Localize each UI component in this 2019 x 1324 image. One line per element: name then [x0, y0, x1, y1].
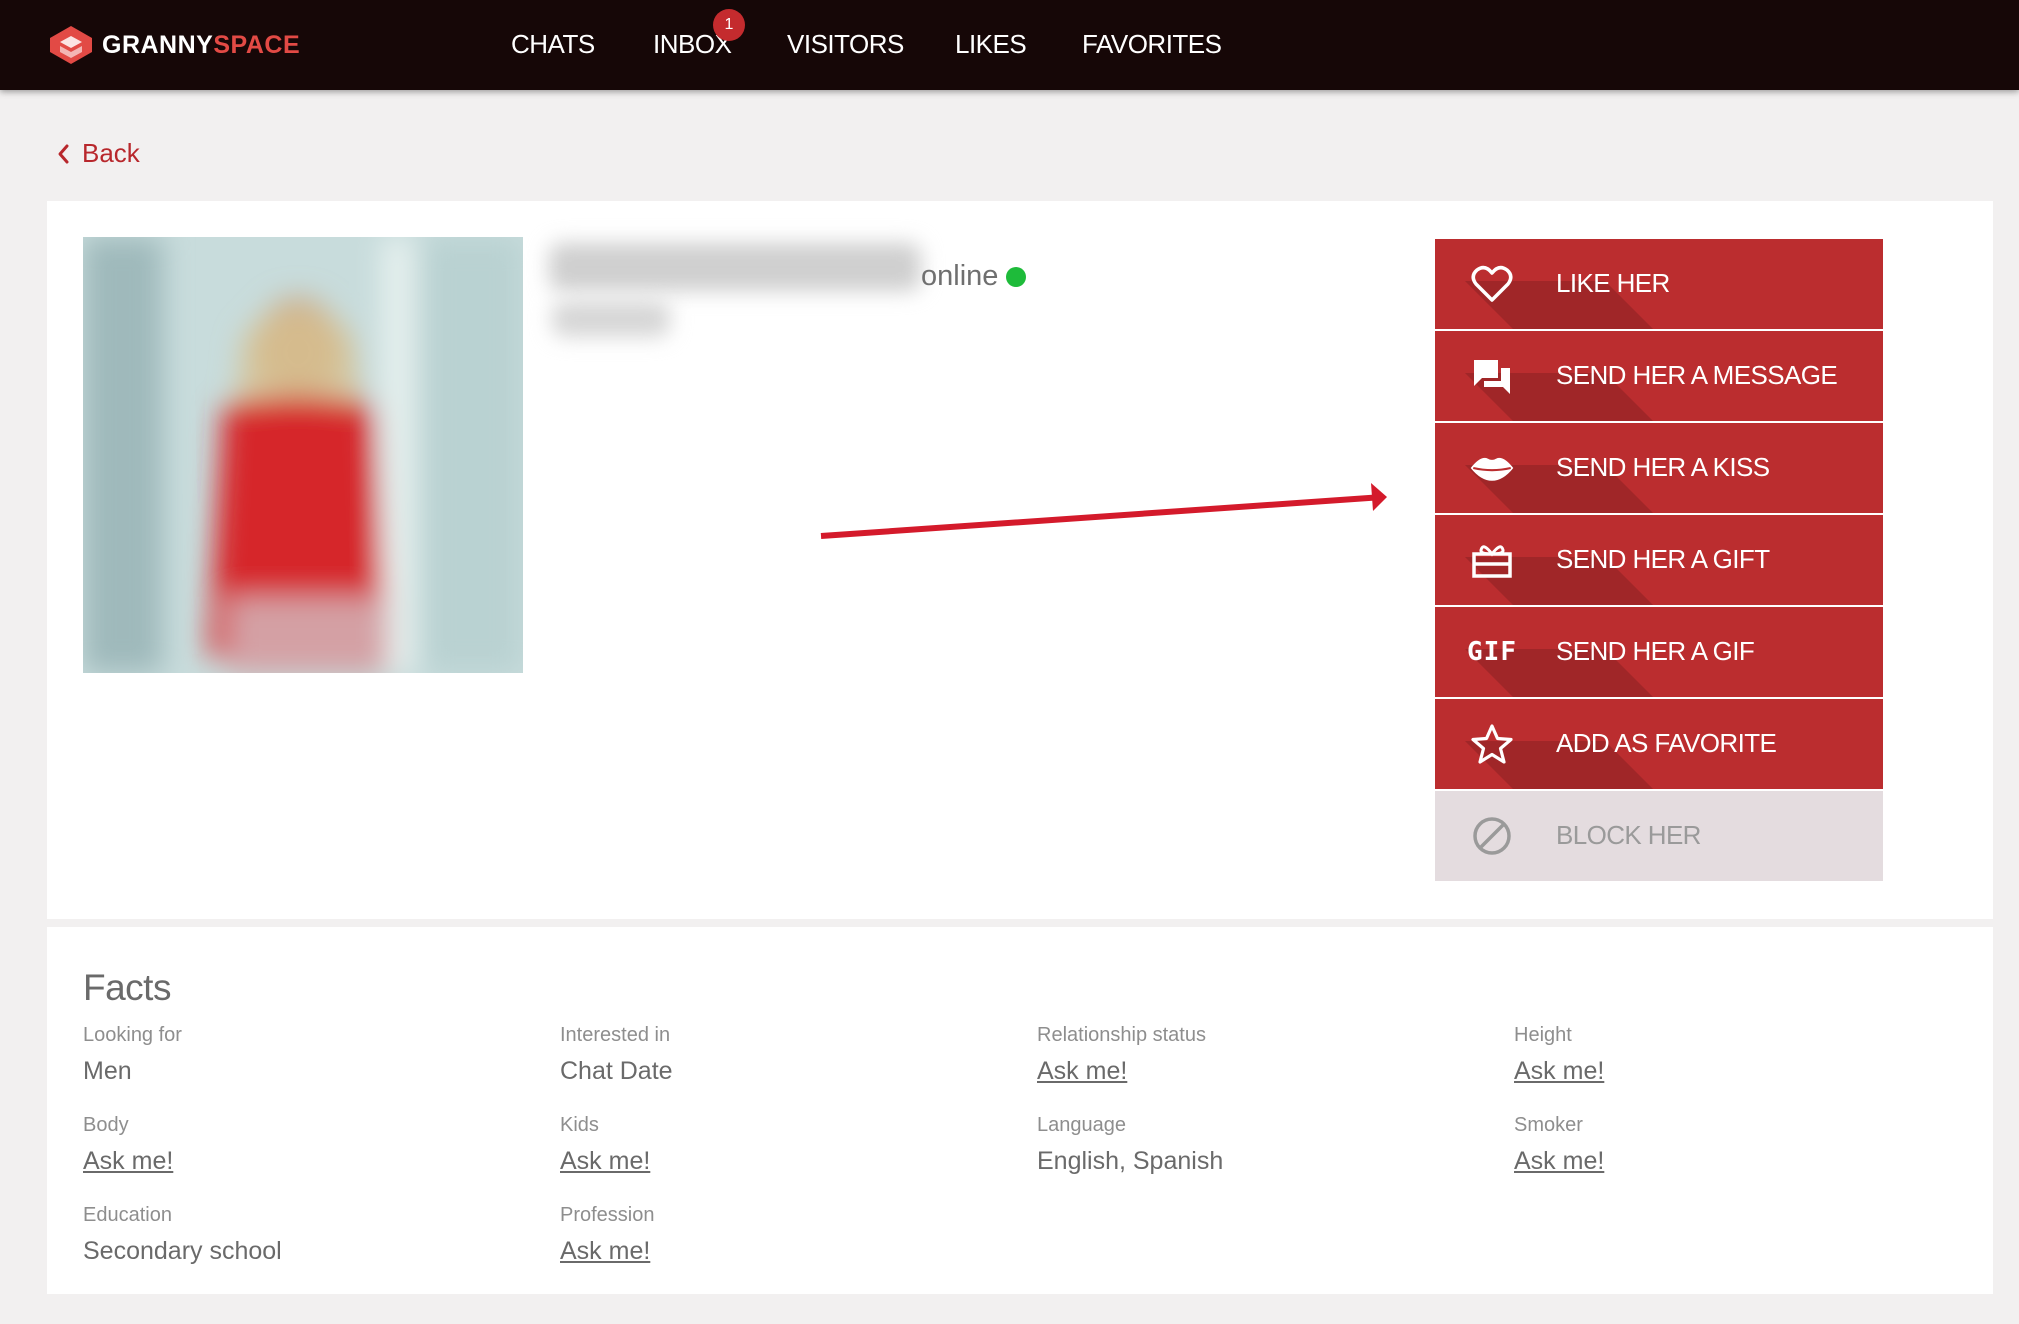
nav-likes[interactable]: LIKES: [955, 29, 1027, 60]
ask-me-link[interactable]: Ask me!: [560, 1237, 655, 1266]
fact-height: Height Ask me!: [1514, 1024, 1604, 1086]
fact-label: Profession: [560, 1204, 655, 1226]
fact-profession: Profession Ask me!: [560, 1204, 655, 1266]
fact-label: Education: [83, 1204, 172, 1226]
send-gift-label: SEND HER A GIFT: [1556, 544, 1770, 574]
ask-me-link[interactable]: Ask me!: [83, 1147, 173, 1176]
send-gif-label: SEND HER A GIF: [1556, 636, 1755, 666]
ask-me-link[interactable]: Ask me!: [560, 1147, 650, 1176]
chat-bubbles-icon: [1469, 353, 1515, 399]
logo-text-part1: GRANNY: [102, 30, 214, 59]
profile-card: online LIKE HER SEND HER A MESSAGE SEND …: [47, 201, 1993, 919]
fact-relationship-status: Relationship status Ask me!: [1037, 1024, 1206, 1086]
send-gif-button[interactable]: GIF SEND HER A GIF: [1435, 607, 1883, 697]
add-favorite-label: ADD AS FAVORITE: [1556, 728, 1777, 758]
fact-kids: Kids Ask me!: [560, 1114, 650, 1176]
fact-interested-in: Interested in Chat Date: [560, 1024, 673, 1086]
star-icon: [1469, 721, 1515, 767]
like-her-label: LIKE HER: [1556, 268, 1670, 298]
fact-label: Height: [1514, 1024, 1572, 1046]
action-buttons: LIKE HER SEND HER A MESSAGE SEND HER A K…: [1435, 239, 1883, 883]
send-message-button[interactable]: SEND HER A MESSAGE: [1435, 331, 1883, 421]
nav-chats[interactable]: CHATS: [511, 29, 595, 60]
gif-icon: GIF: [1467, 629, 1517, 675]
send-gift-button[interactable]: SEND HER A GIFT: [1435, 515, 1883, 605]
ask-me-link[interactable]: Ask me!: [1514, 1147, 1604, 1176]
fact-body: Body Ask me!: [83, 1114, 173, 1176]
like-her-button[interactable]: LIKE HER: [1435, 239, 1883, 329]
nav-favorites[interactable]: FAVORITES: [1082, 29, 1222, 60]
back-link[interactable]: Back: [56, 138, 140, 169]
block-her-button[interactable]: BLOCK HER: [1435, 791, 1883, 881]
block-icon: [1469, 813, 1515, 859]
ask-me-link[interactable]: Ask me!: [1514, 1057, 1604, 1086]
fact-education: Education Secondary school: [83, 1204, 282, 1266]
fact-label: Language: [1037, 1114, 1126, 1136]
fact-language: Language English, Spanish: [1037, 1114, 1223, 1176]
send-kiss-label: SEND HER A KISS: [1556, 452, 1770, 482]
top-navigation-bar: GRANNYSPACE CHATS INBOX 1 VISITORS LIKES…: [0, 0, 2019, 90]
fact-smoker: Smoker Ask me!: [1514, 1114, 1604, 1176]
facts-title: Facts: [83, 967, 171, 1008]
fact-label: Relationship status: [1037, 1024, 1206, 1046]
fact-label: Smoker: [1514, 1114, 1583, 1136]
fact-label: Kids: [560, 1114, 599, 1136]
nav-visitors[interactable]: VISITORS: [787, 29, 904, 60]
send-kiss-button[interactable]: SEND HER A KISS: [1435, 423, 1883, 513]
back-label: Back: [82, 138, 140, 168]
logo-text-part2: SPACE: [213, 30, 301, 59]
fact-value: Secondary school: [83, 1237, 282, 1265]
fact-looking-for: Looking for Men: [83, 1024, 182, 1086]
fact-label: Body: [83, 1114, 129, 1136]
fact-label: Interested in: [560, 1024, 671, 1046]
send-message-label: SEND HER A MESSAGE: [1556, 360, 1838, 390]
ask-me-link[interactable]: Ask me!: [1037, 1057, 1206, 1086]
lips-icon: [1469, 445, 1515, 491]
gift-icon: [1469, 537, 1515, 583]
gif-icon-text: GIF: [1467, 637, 1517, 667]
logo-icon: [50, 26, 92, 64]
logo[interactable]: GRANNYSPACE: [46, 22, 300, 68]
heart-icon: [1469, 261, 1515, 307]
fact-label: Looking for: [83, 1024, 182, 1046]
fact-value: Men: [83, 1057, 132, 1085]
block-her-label: BLOCK HER: [1556, 820, 1701, 850]
chevron-left-icon: [58, 144, 69, 163]
logo-text: GRANNYSPACE: [102, 31, 300, 60]
facts-section: Facts Looking for Men Interested in Chat…: [47, 927, 1993, 1294]
inbox-unread-badge: 1: [713, 9, 745, 41]
add-favorite-button[interactable]: ADD AS FAVORITE: [1435, 699, 1883, 789]
fact-value: Chat Date: [560, 1057, 673, 1085]
fact-value: English, Spanish: [1037, 1147, 1224, 1175]
